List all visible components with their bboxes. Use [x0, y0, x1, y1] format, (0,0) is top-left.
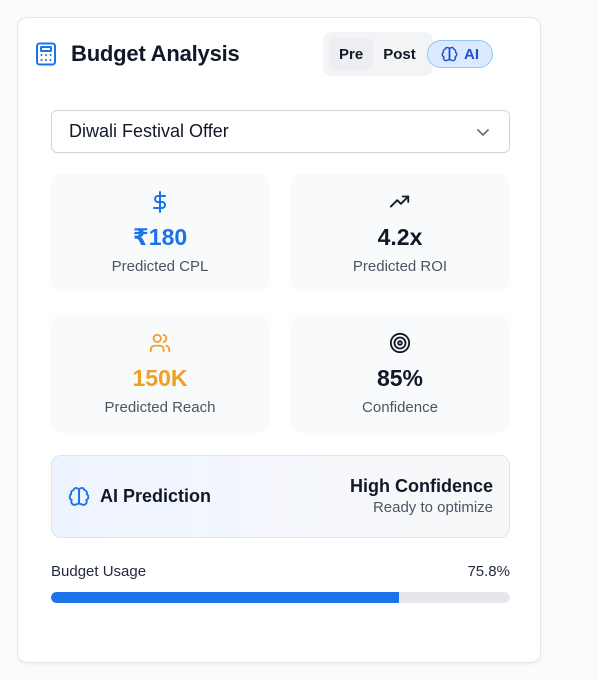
tab-pre[interactable]: Pre: [329, 38, 374, 70]
stat-predicted-roi: 4.2x Predicted ROI: [291, 174, 509, 292]
stat-value: 4.2x: [377, 224, 423, 250]
ai-prediction-label: AI Prediction: [100, 486, 212, 506]
page-title: Budget Analysis: [71, 41, 240, 66]
ai-prediction-heading: AI Prediction: [68, 456, 211, 537]
tab-post[interactable]: Post: [373, 38, 426, 70]
stat-label: Confidence: [362, 399, 438, 416]
ai-prediction-status: High Confidence Ready to optimize: [350, 475, 493, 516]
prediction-status-text: Ready to optimize: [372, 499, 493, 516]
stat-value: 85%: [376, 365, 424, 391]
trending-up-icon: [389, 190, 411, 214]
dollar-icon: [151, 190, 169, 214]
stat-value: 150K: [132, 365, 188, 391]
target-icon: [389, 331, 411, 355]
stat-predicted-cpl: ₹180 Predicted CPL: [51, 174, 269, 292]
stat-confidence: 85% Confidence: [291, 315, 509, 433]
budget-usage-value: 75.8%: [467, 563, 510, 580]
ai-button[interactable]: AI: [427, 40, 493, 68]
campaign-select[interactable]: Diwali Festival Offer: [51, 110, 510, 153]
ai-prediction-panel: AI Prediction High Confidence Ready to o…: [51, 455, 510, 538]
card-header: Budget Analysis Pre Post AI: [34, 32, 493, 76]
ai-button-label: AI: [464, 45, 479, 63]
budget-usage-label: Budget Usage: [51, 563, 147, 580]
stat-value: ₹180: [132, 224, 188, 250]
brain-icon: [68, 486, 90, 508]
budget-usage-fill: [51, 592, 399, 603]
budget-usage-bar: [51, 592, 510, 603]
stat-label: Predicted Reach: [104, 399, 216, 416]
confidence-level: High Confidence: [350, 476, 493, 496]
pre-post-toggle: Pre Post: [323, 32, 433, 76]
campaign-select-value: Diwali Festival Offer: [69, 121, 229, 141]
stat-label: Predicted ROI: [352, 258, 448, 275]
chevron-down-icon: [475, 124, 491, 140]
brain-icon: [441, 46, 458, 63]
calculator-icon: [34, 42, 58, 66]
stat-predicted-reach: 150K Predicted Reach: [51, 315, 269, 433]
stat-label: Predicted CPL: [111, 258, 209, 275]
users-icon: [149, 331, 171, 355]
